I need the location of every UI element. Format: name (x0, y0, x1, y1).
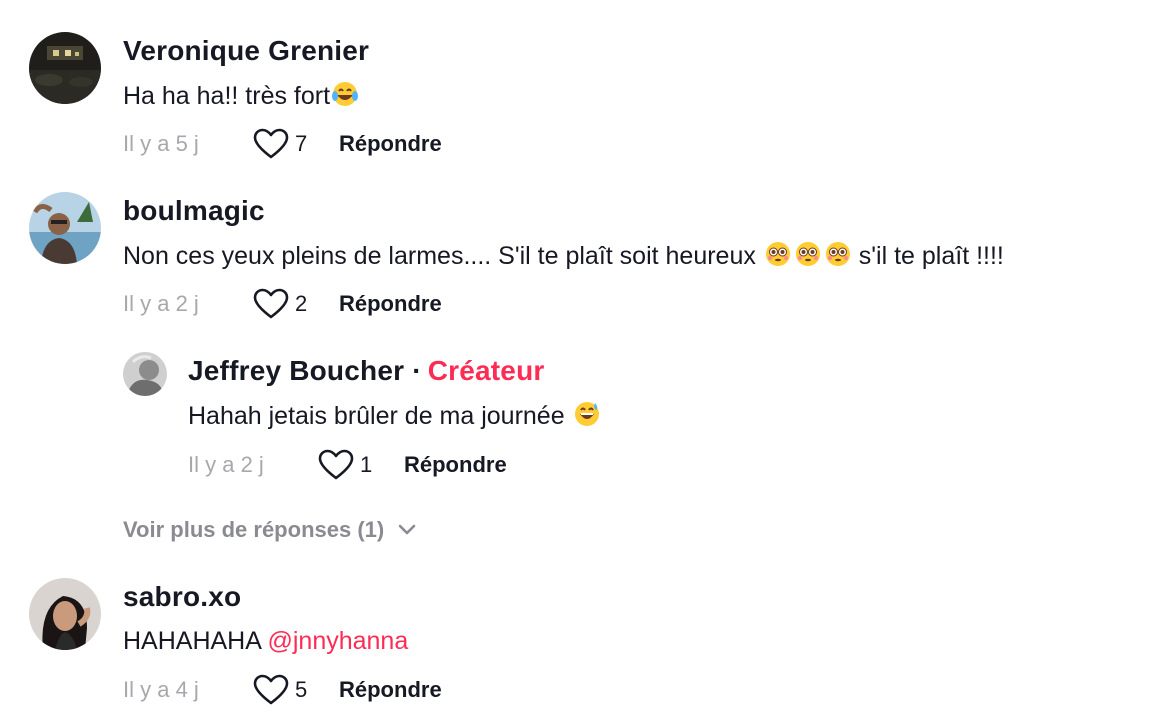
like-button[interactable]: 1 (318, 449, 404, 481)
view-more-replies-label: Voir plus de réponses (1) (123, 517, 385, 542)
comment-text: Non ces yeux pleins de larmes.... S'il t… (123, 240, 1004, 276)
like-count: 7 (295, 131, 308, 156)
reply-button[interactable]: Répondre (339, 677, 442, 703)
comment-time: Il y a 2 j (123, 291, 199, 316)
comment-username[interactable]: boulmagic (123, 194, 265, 228)
comment-meta: Il y a 5 j 7 Répondre (123, 127, 442, 161)
reply-text: Hahah jetais brûler de ma journée (188, 400, 601, 436)
comment-text: HAHAHAHA @jnnyhanna (123, 625, 408, 657)
avatar[interactable] (29, 578, 101, 650)
comment-username[interactable]: Veronique Grenier (123, 34, 369, 68)
flushed-face-emoji (764, 240, 852, 276)
reply-button[interactable]: Répondre (339, 291, 442, 317)
comment-text: Ha ha ha!! très fort (123, 80, 359, 116)
heart-outline-icon (318, 449, 354, 480)
view-more-replies-button[interactable]: Voir plus de réponses (1) (123, 514, 416, 546)
comment-text-content: HAHAHAHA (123, 627, 268, 655)
avatar-image (29, 578, 101, 650)
like-button[interactable]: 2 (253, 288, 339, 320)
like-count: 2 (295, 291, 308, 316)
comment-time: Il y a 5 j (123, 131, 199, 156)
avatar[interactable] (29, 192, 101, 264)
separator-dot: · (412, 355, 422, 386)
reply-username-line: Jeffrey Boucher · Créateur (188, 354, 544, 388)
avatar-image (29, 32, 101, 104)
avatar[interactable] (123, 352, 167, 396)
avatar-image (123, 352, 167, 396)
reply-text-content: Hahah jetais brûler de ma journée (188, 402, 572, 430)
comment-time: Il y a 4 j (123, 677, 199, 702)
grinning-sweat-emoji (573, 400, 601, 436)
avatar[interactable] (29, 32, 101, 104)
mention-link[interactable]: @jnnyhanna (267, 627, 408, 655)
avatar-image (29, 192, 101, 264)
comment-text-content: Non ces yeux pleins de larmes.... S'il t… (123, 242, 763, 270)
comment-text-content: Ha ha ha!! très fort (123, 82, 331, 110)
reply-meta: Il y a 2 j 1 Répondre (188, 448, 507, 482)
comment-text-tail: s'il te plaît !!!! (851, 242, 1004, 270)
reply-button[interactable]: Répondre (404, 452, 507, 478)
like-button[interactable]: 7 (253, 128, 339, 160)
comment-meta: Il y a 2 j 2 Répondre (123, 287, 442, 321)
reply-time: Il y a 2 j (188, 452, 264, 477)
creator-badge: Créateur (427, 355, 545, 386)
reply-button[interactable]: Répondre (339, 131, 442, 157)
tears-of-joy-emoji (331, 80, 359, 116)
chevron-down-icon (398, 524, 416, 535)
comment-username[interactable]: sabro.xo (123, 580, 241, 614)
comment-meta: Il y a 4 j 5 Répondre (123, 673, 442, 707)
heart-outline-icon (253, 674, 289, 705)
like-count: 1 (360, 452, 373, 477)
heart-outline-icon (253, 288, 289, 319)
like-count: 5 (295, 677, 308, 702)
like-button[interactable]: 5 (253, 674, 339, 706)
heart-outline-icon (253, 128, 289, 159)
reply-username[interactable]: Jeffrey Boucher (188, 355, 404, 386)
